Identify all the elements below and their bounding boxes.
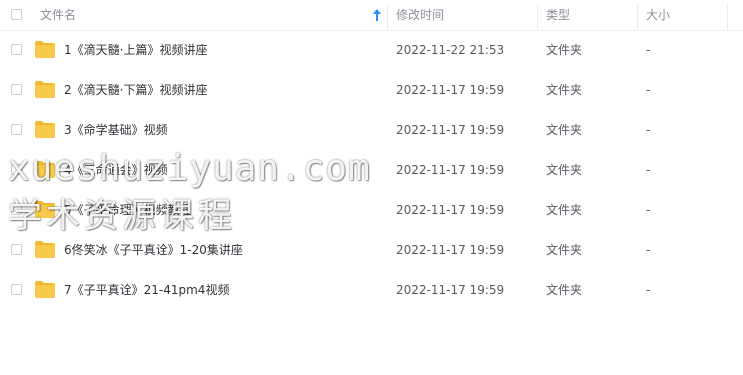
- table-row[interactable]: 7《子平真诠》21-41pm4视频 2022-11-17 19:59 文件夹 -: [0, 270, 743, 310]
- modified-time: 2022-11-22 21:53: [396, 43, 505, 57]
- column-divider[interactable]: [637, 5, 638, 29]
- arrow-up-icon[interactable]: [372, 8, 382, 22]
- modified-time: 2022-11-17 19:59: [396, 83, 505, 97]
- file-name-link[interactable]: 3《命学基础》视频: [64, 110, 168, 150]
- file-size: -: [646, 163, 651, 177]
- row-checkbox[interactable]: [11, 244, 22, 255]
- row-checkbox[interactable]: [11, 164, 22, 175]
- file-type: 文件夹: [546, 203, 583, 217]
- file-name-link[interactable]: 2《滴天髓·下篇》视频讲座: [64, 70, 207, 110]
- modified-time: 2022-11-17 19:59: [396, 283, 505, 297]
- file-size: -: [646, 123, 651, 137]
- column-header-size[interactable]: 大小: [646, 0, 670, 30]
- table-row[interactable]: 6佟笑冰《子平真诠》1-20集讲座 2022-11-17 19:59 文件夹 -: [0, 230, 743, 270]
- file-type: 文件夹: [546, 43, 583, 57]
- file-size: -: [646, 243, 651, 257]
- select-all-checkbox[interactable]: [11, 9, 22, 20]
- folder-icon: [35, 241, 55, 258]
- file-type: 文件夹: [546, 243, 583, 257]
- file-name-link[interactable]: 7《子平真诠》21-41pm4视频: [64, 270, 229, 310]
- table-row[interactable]: 2《滴天髓·下篇》视频讲座 2022-11-17 19:59 文件夹 -: [0, 70, 743, 110]
- column-header-time[interactable]: 修改时间: [396, 0, 444, 30]
- file-size: -: [646, 203, 651, 217]
- file-size: -: [646, 283, 651, 297]
- folder-icon: [35, 281, 55, 298]
- modified-time: 2022-11-17 19:59: [396, 163, 505, 177]
- file-name-link[interactable]: 4《三命通会》视频: [64, 150, 168, 190]
- column-header-type[interactable]: 类型: [546, 0, 570, 30]
- file-type: 文件夹: [546, 83, 583, 97]
- file-size: -: [646, 83, 651, 97]
- row-checkbox[interactable]: [11, 84, 22, 95]
- file-size: -: [646, 43, 651, 57]
- modified-time: 2022-11-17 19:59: [396, 203, 505, 217]
- column-divider[interactable]: [387, 5, 388, 29]
- file-type: 文件夹: [546, 283, 583, 297]
- folder-icon: [35, 41, 55, 58]
- folder-icon: [35, 201, 55, 218]
- file-type: 文件夹: [546, 123, 583, 137]
- file-name-link[interactable]: 5《子平命理》视频教程: [64, 190, 192, 230]
- folder-icon: [35, 81, 55, 98]
- row-checkbox[interactable]: [11, 124, 22, 135]
- table-row[interactable]: 3《命学基础》视频 2022-11-17 19:59 文件夹 -: [0, 110, 743, 150]
- folder-icon: [35, 121, 55, 138]
- file-name-link[interactable]: 6佟笑冰《子平真诠》1-20集讲座: [64, 230, 243, 270]
- row-checkbox[interactable]: [11, 204, 22, 215]
- row-checkbox[interactable]: [11, 284, 22, 295]
- table-row[interactable]: 4《三命通会》视频 2022-11-17 19:59 文件夹 -: [0, 150, 743, 190]
- column-divider[interactable]: [727, 5, 728, 29]
- row-checkbox[interactable]: [11, 44, 22, 55]
- table-row[interactable]: 5《子平命理》视频教程 2022-11-17 19:59 文件夹 -: [0, 190, 743, 230]
- column-header-name[interactable]: 文件名: [40, 0, 76, 30]
- modified-time: 2022-11-17 19:59: [396, 123, 505, 137]
- file-list-header: 文件名 修改时间 类型 大小: [0, 0, 743, 31]
- file-name-link[interactable]: 1《滴天髓·上篇》视频讲座: [64, 30, 207, 70]
- column-divider[interactable]: [537, 5, 538, 29]
- folder-icon: [35, 161, 55, 178]
- table-row[interactable]: 1《滴天髓·上篇》视频讲座 2022-11-22 21:53 文件夹 -: [0, 30, 743, 70]
- modified-time: 2022-11-17 19:59: [396, 243, 505, 257]
- file-type: 文件夹: [546, 163, 583, 177]
